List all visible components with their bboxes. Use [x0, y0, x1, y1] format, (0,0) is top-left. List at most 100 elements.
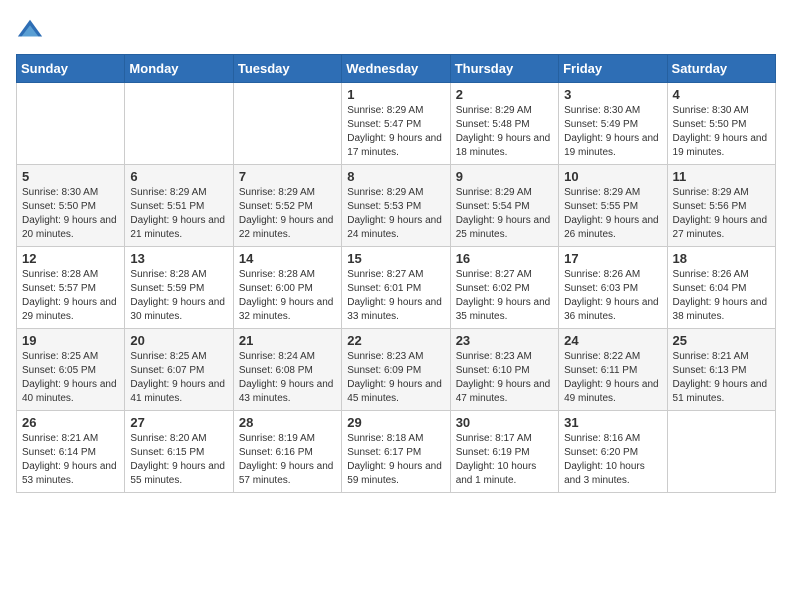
- calendar-cell: 16 Sunrise: 8:27 AMSunset: 6:02 PMDayligh…: [450, 247, 558, 329]
- cell-details: Sunrise: 8:28 AMSunset: 5:59 PMDaylight:…: [130, 268, 227, 324]
- cell-details: Sunrise: 8:19 AMSunset: 6:16 PMDaylight:…: [239, 432, 336, 488]
- calendar-cell: 14Sunrise: 8:28 AMSunset: 6:00 PMDayligh…: [233, 247, 341, 329]
- cell-details: Sunrise: 8:25 AMSunset: 6:07 PMDaylight:…: [130, 350, 227, 406]
- day-number: 19: [22, 333, 119, 348]
- calendar-week-row: 1 Sunrise: 8:29 AMSunset: 5:47 PMDaylight…: [17, 83, 776, 165]
- day-number: 11: [673, 169, 770, 184]
- calendar-cell: 9 Sunrise: 8:29 AMSunset: 5:54 PMDaylight…: [450, 165, 558, 247]
- calendar-cell: 30 Sunrise: 8:17 AMSunset: 6:19 PMDayligh…: [450, 411, 558, 493]
- cell-details: Sunrise: 8:29 AMSunset: 5:54 PMDaylight:…: [456, 186, 553, 242]
- day-number: 2: [456, 87, 553, 102]
- day-number: 23: [456, 333, 553, 348]
- cell-details: Sunrise: 8:25 AMSunset: 6:05 PMDaylight:…: [22, 350, 119, 406]
- day-number: 29: [347, 415, 444, 430]
- calendar-cell: 25 Sunrise: 8:21 AMSunset: 6:13 PMDayligh…: [667, 329, 775, 411]
- calendar-cell: 17 Sunrise: 8:26 AMSunset: 6:03 PMDayligh…: [559, 247, 667, 329]
- calendar-cell: 15 Sunrise: 8:27 AMSunset: 6:01 PMDayligh…: [342, 247, 450, 329]
- day-number: 10: [564, 169, 661, 184]
- cell-details: Sunrise: 8:23 AMSunset: 6:10 PMDaylight:…: [456, 350, 553, 406]
- cell-details: Sunrise: 8:20 AMSunset: 6:15 PMDaylight:…: [130, 432, 227, 488]
- day-number: 31: [564, 415, 661, 430]
- calendar-cell: 21 Sunrise: 8:24 AMSunset: 6:08 PMDayligh…: [233, 329, 341, 411]
- calendar-cell: 12 Sunrise: 8:28 AMSunset: 5:57 PMDayligh…: [17, 247, 125, 329]
- cell-details: Sunrise: 8:26 AMSunset: 6:04 PMDaylight:…: [673, 268, 770, 324]
- calendar-cell: 27Sunrise: 8:20 AMSunset: 6:15 PMDayligh…: [125, 411, 233, 493]
- calendar-cell: 6 Sunrise: 8:29 AMSunset: 5:51 PMDaylight…: [125, 165, 233, 247]
- day-number: 16: [456, 251, 553, 266]
- day-number: 21: [239, 333, 336, 348]
- cell-details: Sunrise: 8:30 AMSunset: 5:50 PMDaylight:…: [22, 186, 119, 242]
- cell-details: Sunrise: 8:27 AMSunset: 6:01 PMDaylight:…: [347, 268, 444, 324]
- weekday-header: Monday: [125, 55, 233, 83]
- cell-details: Sunrise: 8:26 AMSunset: 6:03 PMDaylight:…: [564, 268, 661, 324]
- calendar-cell: 7 Sunrise: 8:29 AMSunset: 5:52 PMDaylight…: [233, 165, 341, 247]
- calendar-cell: 24 Sunrise: 8:22 AMSunset: 6:11 PMDayligh…: [559, 329, 667, 411]
- day-number: 5: [22, 169, 119, 184]
- calendar-cell: 1 Sunrise: 8:29 AMSunset: 5:47 PMDaylight…: [342, 83, 450, 165]
- day-number: 25: [673, 333, 770, 348]
- day-number: 22: [347, 333, 444, 348]
- calendar-week-row: 5 Sunrise: 8:30 AMSunset: 5:50 PMDaylight…: [17, 165, 776, 247]
- calendar-week-row: 19 Sunrise: 8:25 AMSunset: 6:05 PMDayligh…: [17, 329, 776, 411]
- cell-details: Sunrise: 8:30 AMSunset: 5:49 PMDaylight:…: [564, 104, 661, 160]
- calendar-cell: 20 Sunrise: 8:25 AMSunset: 6:07 PMDayligh…: [125, 329, 233, 411]
- day-number: 15: [347, 251, 444, 266]
- cell-details: Sunrise: 8:29 AMSunset: 5:55 PMDaylight:…: [564, 186, 661, 242]
- weekday-header: Sunday: [17, 55, 125, 83]
- calendar-cell: 10 Sunrise: 8:29 AMSunset: 5:55 PMDayligh…: [559, 165, 667, 247]
- day-number: 17: [564, 251, 661, 266]
- cell-details: Sunrise: 8:28 AMSunset: 5:57 PMDaylight:…: [22, 268, 119, 324]
- calendar-cell: 18 Sunrise: 8:26 AMSunset: 6:04 PMDayligh…: [667, 247, 775, 329]
- calendar-week-row: 12 Sunrise: 8:28 AMSunset: 5:57 PMDayligh…: [17, 247, 776, 329]
- cell-details: Sunrise: 8:24 AMSunset: 6:08 PMDaylight:…: [239, 350, 336, 406]
- calendar-cell: 8 Sunrise: 8:29 AMSunset: 5:53 PMDaylight…: [342, 165, 450, 247]
- calendar-cell: 2 Sunrise: 8:29 AMSunset: 5:48 PMDaylight…: [450, 83, 558, 165]
- day-number: 26: [22, 415, 119, 430]
- calendar-cell: [125, 83, 233, 165]
- cell-details: Sunrise: 8:16 AMSunset: 6:20 PMDaylight:…: [564, 432, 661, 488]
- day-number: 7: [239, 169, 336, 184]
- cell-details: Sunrise: 8:29 AMSunset: 5:48 PMDaylight:…: [456, 104, 553, 160]
- calendar-cell: 13Sunrise: 8:28 AMSunset: 5:59 PMDayligh…: [125, 247, 233, 329]
- day-number: 20: [130, 333, 227, 348]
- calendar-cell: 26Sunrise: 8:21 AMSunset: 6:14 PMDayligh…: [17, 411, 125, 493]
- cell-details: Sunrise: 8:18 AMSunset: 6:17 PMDaylight:…: [347, 432, 444, 488]
- cell-details: Sunrise: 8:21 AMSunset: 6:13 PMDaylight:…: [673, 350, 770, 406]
- day-number: 30: [456, 415, 553, 430]
- cell-details: Sunrise: 8:17 AMSunset: 6:19 PMDaylight:…: [456, 432, 553, 488]
- day-number: 18: [673, 251, 770, 266]
- day-number: 8: [347, 169, 444, 184]
- day-number: 14: [239, 251, 336, 266]
- logo-icon: [16, 16, 44, 44]
- cell-details: Sunrise: 8:22 AMSunset: 6:11 PMDaylight:…: [564, 350, 661, 406]
- calendar: SundayMondayTuesdayWednesdayThursdayFrid…: [16, 54, 776, 493]
- calendar-cell: 11 Sunrise: 8:29 AMSunset: 5:56 PMDayligh…: [667, 165, 775, 247]
- weekday-header: Saturday: [667, 55, 775, 83]
- cell-details: Sunrise: 8:30 AMSunset: 5:50 PMDaylight:…: [673, 104, 770, 160]
- calendar-cell: 31 Sunrise: 8:16 AMSunset: 6:20 PMDayligh…: [559, 411, 667, 493]
- day-number: 9: [456, 169, 553, 184]
- weekday-header: Tuesday: [233, 55, 341, 83]
- day-number: 1: [347, 87, 444, 102]
- day-number: 4: [673, 87, 770, 102]
- day-number: 6: [130, 169, 227, 184]
- cell-details: Sunrise: 8:29 AMSunset: 5:51 PMDaylight:…: [130, 186, 227, 242]
- cell-details: Sunrise: 8:29 AMSunset: 5:56 PMDaylight:…: [673, 186, 770, 242]
- cell-details: Sunrise: 8:27 AMSunset: 6:02 PMDaylight:…: [456, 268, 553, 324]
- day-number: 3: [564, 87, 661, 102]
- calendar-cell: 29 Sunrise: 8:18 AMSunset: 6:17 PMDayligh…: [342, 411, 450, 493]
- cell-details: Sunrise: 8:29 AMSunset: 5:53 PMDaylight:…: [347, 186, 444, 242]
- calendar-cell: 28Sunrise: 8:19 AMSunset: 6:16 PMDayligh…: [233, 411, 341, 493]
- calendar-cell: 23 Sunrise: 8:23 AMSunset: 6:10 PMDayligh…: [450, 329, 558, 411]
- cell-details: Sunrise: 8:29 AMSunset: 5:52 PMDaylight:…: [239, 186, 336, 242]
- day-number: 24: [564, 333, 661, 348]
- calendar-cell: 22Sunrise: 8:23 AMSunset: 6:09 PMDayligh…: [342, 329, 450, 411]
- weekday-header: Friday: [559, 55, 667, 83]
- calendar-cell: 3 Sunrise: 8:30 AMSunset: 5:49 PMDaylight…: [559, 83, 667, 165]
- page-header: [16, 16, 776, 44]
- logo: [16, 16, 48, 44]
- weekday-header: Thursday: [450, 55, 558, 83]
- cell-details: Sunrise: 8:29 AMSunset: 5:47 PMDaylight:…: [347, 104, 444, 160]
- calendar-cell: [233, 83, 341, 165]
- day-number: 12: [22, 251, 119, 266]
